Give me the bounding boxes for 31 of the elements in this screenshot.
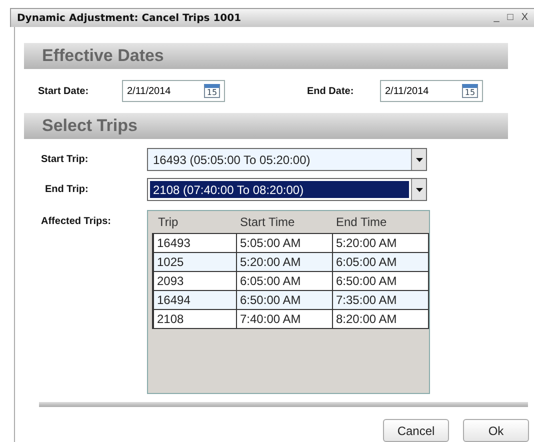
trip-dropdown[interactable]: 16493 (05:05:00 To 05:20:00) [147,148,427,171]
column-header: Trip [157,215,180,229]
close-button[interactable]: X [521,13,528,23]
table-cell-text: 2093 [156,273,185,290]
column-header: Start Time [239,215,296,229]
dropdown-arrow-icon [416,188,422,192]
table-cell-text: 1025 [156,254,185,271]
section-header: Effective Dates [24,43,508,69]
cancel-button[interactable]: Cancel [383,419,449,442]
calendar-icon[interactable]: 15 [462,84,478,98]
table-cell-text: 16494 [156,292,192,309]
date-field[interactable]: 2/11/2014 15 [122,80,225,102]
table-cell-text: 16493 [156,235,192,252]
field-label: End Trip: [45,184,90,195]
minimize-button[interactable]: _ [494,13,500,23]
field-label: Affected Trips: [41,216,112,227]
table-cell-text: 2108 [156,311,185,328]
maximize-button[interactable]: □ [507,13,514,23]
section-header: Select Trips [24,113,508,139]
field-label: Start Date: [38,86,90,96]
dropdown-arrow-icon [416,158,422,162]
trip-dropdown[interactable]: 2108 (07:40:00 To 08:20:00) [147,178,427,201]
ok-button[interactable]: Ok [463,419,529,442]
calendar-icon[interactable]: 15 [204,84,220,98]
field-label: End Date: [307,86,355,96]
column-header: End Time [335,215,388,229]
date-field[interactable]: 2/11/2014 15 [380,80,483,102]
table-cell: 8:20:00 AM [332,310,428,328]
field-label: Start Trip: [41,154,90,165]
table-cell: 7:40:00 AM [236,310,332,328]
window-title: Dynamic Adjustment: Cancel Trips 1001 [17,12,242,24]
